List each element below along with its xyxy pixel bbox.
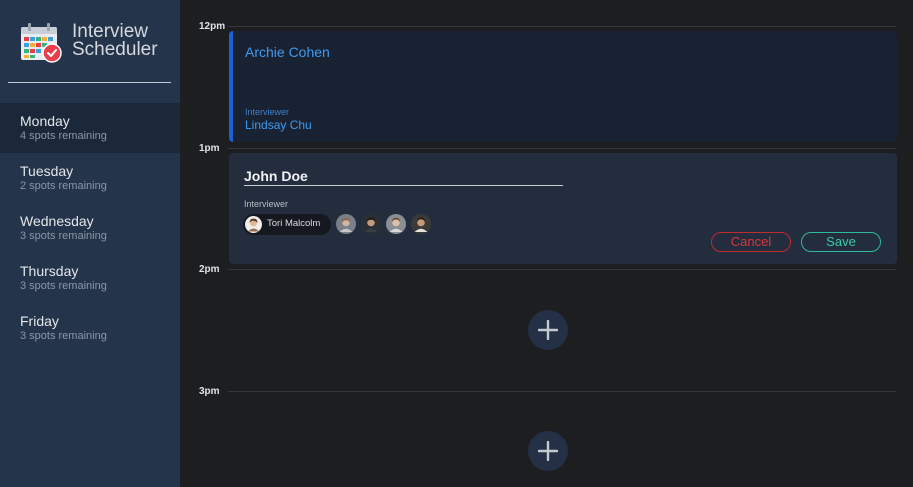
interviewer-name: Tori Malcolm: [267, 218, 321, 229]
calendar-logo-icon: [21, 23, 62, 63]
time-label-12pm: 12pm: [199, 21, 226, 32]
plus-icon: [538, 320, 558, 340]
appointment-accent: [229, 31, 233, 142]
day-spots: 3 spots remaining: [20, 230, 107, 242]
day-name: Thursday: [20, 263, 79, 279]
sidebar: Interview Scheduler Monday 4 spots remai…: [0, 0, 180, 487]
interviewer-avatar[interactable]: [361, 214, 381, 234]
plus-icon: [538, 441, 558, 461]
time-label-3pm: 3pm: [199, 386, 220, 397]
app-title: Interview Scheduler: [72, 21, 158, 60]
add-appointment-button[interactable]: [528, 431, 568, 471]
day-item-tuesday[interactable]: Tuesday 2 spots remaining: [0, 153, 180, 203]
interviewer-avatar[interactable]: [411, 214, 431, 234]
day-list: Monday 4 spots remaining Tuesday 2 spots…: [0, 103, 180, 353]
selected-interviewer-chip[interactable]: Tori Malcolm: [243, 214, 331, 235]
interviewer-avatar[interactable]: [386, 214, 406, 234]
day-item-wednesday[interactable]: Wednesday 3 spots remaining: [0, 203, 180, 253]
hour-line: [228, 26, 896, 27]
day-spots: 3 spots remaining: [20, 330, 107, 342]
day-name: Wednesday: [20, 213, 94, 229]
day-item-friday[interactable]: Friday 3 spots remaining: [0, 303, 180, 353]
interviewer-avatar[interactable]: [336, 214, 356, 234]
divider: [8, 82, 171, 83]
interviewer-label: Interviewer: [245, 107, 290, 117]
time-label-2pm: 2pm: [199, 264, 220, 275]
day-name: Monday: [20, 113, 70, 129]
student-name: Archie Cohen: [245, 44, 330, 60]
cancel-button[interactable]: Cancel: [711, 232, 791, 252]
day-name: Tuesday: [20, 163, 74, 179]
interviewer-label: Interviewer: [244, 199, 289, 209]
student-name-input[interactable]: [244, 166, 563, 186]
avatar: [245, 216, 262, 233]
day-spots: 3 spots remaining: [20, 280, 107, 292]
brand: Interview Scheduler: [0, 0, 180, 103]
day-spots: 2 spots remaining: [20, 180, 107, 192]
hour-line: [228, 148, 896, 149]
hour-line: [228, 269, 896, 270]
add-appointment-button[interactable]: [528, 310, 568, 350]
day-spots: 4 spots remaining: [20, 130, 107, 142]
save-button[interactable]: Save: [801, 232, 881, 252]
hour-line: [228, 391, 896, 392]
day-item-monday[interactable]: Monday 4 spots remaining: [0, 103, 180, 153]
appointment-form: Interviewer Tori Malcolm: [229, 153, 897, 264]
time-label-1pm: 1pm: [199, 143, 220, 154]
interviewer-name: Lindsay Chu: [245, 118, 312, 132]
day-item-thursday[interactable]: Thursday 3 spots remaining: [0, 253, 180, 303]
appointment-card[interactable]: Archie Cohen Interviewer Lindsay Chu: [229, 31, 897, 142]
schedule: 12pm Archie Cohen Interviewer Lindsay Ch…: [180, 0, 913, 487]
day-name: Friday: [20, 313, 59, 329]
app: Interview Scheduler Monday 4 spots remai…: [0, 0, 913, 487]
